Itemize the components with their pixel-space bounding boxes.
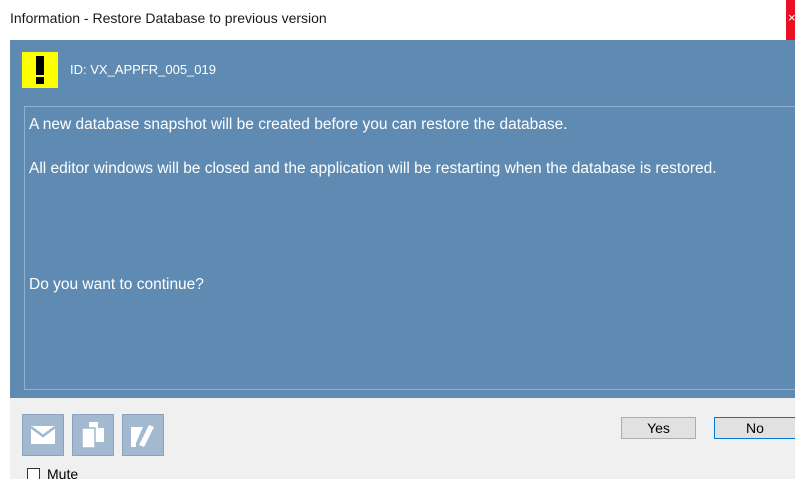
mute-toggle[interactable]: Mute (27, 466, 78, 479)
message-panel: ID: VX_APPFR_005_019 A new database snap… (10, 40, 795, 398)
copy-button[interactable] (72, 414, 114, 456)
mute-label: Mute (47, 466, 79, 479)
message-header: ID: VX_APPFR_005_019 (10, 40, 795, 102)
dialog-window: Information - Restore Database to previo… (0, 0, 795, 479)
message-line-restart: All editor windows will be closed and th… (29, 160, 717, 177)
message-text-area: A new database snapshot will be created … (24, 106, 795, 390)
window-title: Information - Restore Database to previo… (10, 10, 327, 26)
edit-note-button[interactable] (122, 414, 164, 456)
message-id: ID: VX_APPFR_005_019 (70, 62, 216, 77)
mail-icon (31, 426, 55, 444)
warning-exclamation-icon (22, 52, 58, 88)
exclamation-glyph (36, 56, 44, 84)
no-button[interactable]: No (714, 417, 795, 439)
dialog-footer: Yes No Mute (10, 398, 795, 479)
close-button[interactable]: × (786, 0, 795, 40)
close-icon[interactable]: × (788, 11, 795, 24)
copy-icon (82, 422, 104, 448)
send-mail-button[interactable] (22, 414, 64, 456)
edit-note-icon (131, 425, 154, 447)
mute-checkbox[interactable] (27, 467, 40, 479)
message-line-snapshot: A new database snapshot will be created … (29, 116, 568, 133)
message-line-question: Do you want to continue? (29, 276, 204, 293)
yes-button[interactable]: Yes (621, 417, 696, 439)
title-bar[interactable]: Information - Restore Database to previo… (0, 0, 795, 40)
